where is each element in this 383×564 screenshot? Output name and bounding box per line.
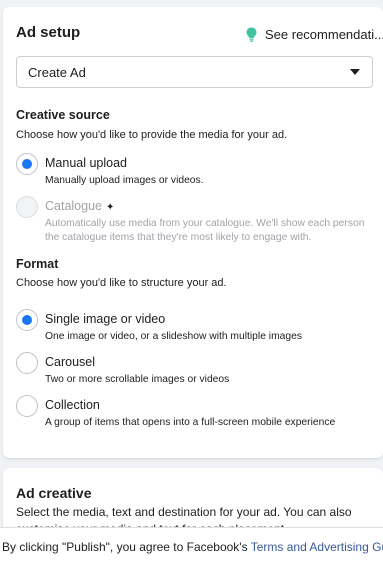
creative-source-title: Creative source — [16, 108, 110, 122]
single-image-radio[interactable] — [16, 309, 38, 331]
collection-description: A group of items that opens into a full-… — [45, 417, 336, 428]
option-collection[interactable]: Collection A group of items that opens i… — [16, 395, 376, 433]
carousel-radio[interactable] — [16, 352, 38, 374]
format-title: Format — [16, 257, 59, 271]
terms-link[interactable]: Terms and Advertising — [251, 540, 369, 554]
create-ad-dropdown[interactable]: Create Ad — [16, 56, 373, 88]
manual-upload-description: Manually upload images or videos. — [45, 175, 204, 186]
ad-setup-card: Ad setup See recommendati... Create Ad C… — [3, 7, 383, 458]
option-manual-upload[interactable]: Manual upload Manually upload images or … — [16, 153, 376, 191]
single-image-label: Single image or video — [45, 312, 166, 326]
option-carousel[interactable]: Carousel Two or more scrollable images o… — [16, 352, 376, 390]
publish-terms-footer: By clicking "Publish", you agree to Face… — [0, 527, 383, 564]
lightbulb-icon — [246, 27, 257, 42]
chevron-down-icon — [350, 69, 360, 75]
single-image-description: One image or video, or a slideshow with … — [45, 331, 302, 342]
see-recommendations-label: See recommendati... — [265, 27, 383, 42]
creative-source-subtitle: Choose how you'd like to provide the med… — [16, 129, 288, 141]
dropdown-value: Create Ad — [28, 65, 86, 80]
see-recommendations-link[interactable]: See recommendati... — [246, 27, 383, 42]
guidelines-link[interactable]: Guidelines — [372, 540, 383, 554]
carousel-label: Carousel — [45, 355, 96, 369]
catalogue-label: Catalogue — [45, 199, 102, 213]
footer-text: By clicking "Publish", you agree to Face… — [2, 540, 251, 554]
collection-label: Collection — [45, 398, 100, 412]
catalogue-radio[interactable] — [16, 196, 38, 218]
manual-upload-radio[interactable] — [16, 153, 38, 175]
sparkle-icon: ✦ — [106, 202, 115, 213]
ad-setup-title: Ad setup — [16, 24, 81, 41]
carousel-description: Two or more scrollable images or videos — [45, 374, 230, 385]
collection-radio[interactable] — [16, 395, 38, 417]
catalogue-description: Automatically use media from your catalo… — [45, 218, 365, 243]
format-subtitle: Choose how you'd like to structure your … — [16, 277, 227, 289]
catalogue-label-wrap: Catalogue ✦ — [45, 199, 114, 213]
option-single-image-or-video[interactable]: Single image or video One image or video… — [16, 309, 376, 347]
option-catalogue[interactable]: Catalogue ✦ Automatically use media from … — [16, 196, 376, 244]
ad-creative-title: Ad creative — [16, 485, 92, 501]
manual-upload-label: Manual upload — [45, 156, 128, 170]
